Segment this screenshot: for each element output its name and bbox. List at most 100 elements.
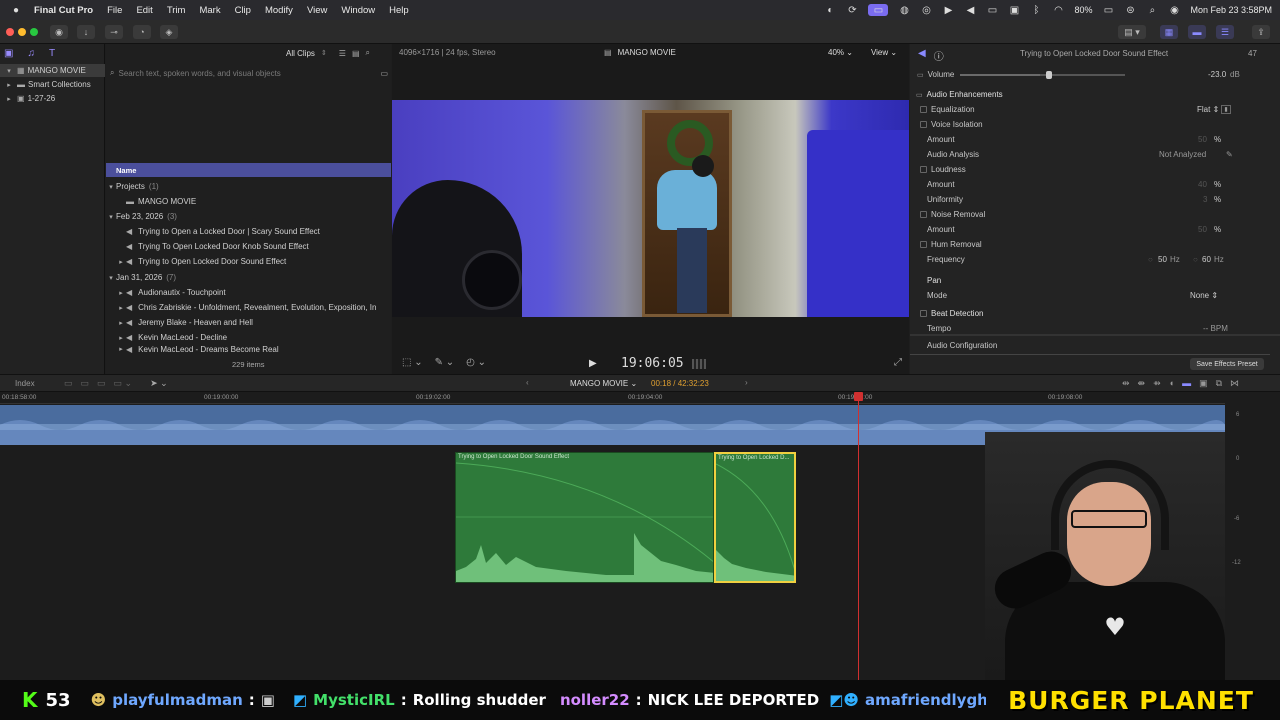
- clip-appearance-icon[interactable]: ▤: [352, 49, 360, 58]
- volume-value[interactable]: -23.0: [1208, 70, 1226, 79]
- playhead-handle[interactable]: [854, 392, 863, 401]
- history-forward-icon[interactable]: ›: [745, 378, 748, 387]
- sync-icon[interactable]: ⟳: [846, 4, 858, 16]
- disclosure-icon[interactable]: ▸: [116, 289, 126, 297]
- search-icon[interactable]: ⌕: [1146, 4, 1158, 16]
- menu-trim[interactable]: Trim: [167, 5, 186, 16]
- user-icon[interactable]: ◉: [1168, 4, 1180, 16]
- disclosure-icon[interactable]: ▾: [4, 67, 14, 75]
- display-icon[interactable]: ▭: [986, 4, 998, 16]
- group-header[interactable]: ▾ Jan 31, 2026 (7): [106, 270, 391, 285]
- equalization-checkbox[interactable]: [920, 106, 927, 113]
- menu-modify[interactable]: Modify: [265, 5, 293, 16]
- volume-disclosure-icon[interactable]: ▭: [917, 71, 924, 79]
- disclosure-icon[interactable]: ▾: [106, 213, 116, 221]
- list-item[interactable]: ▸ ◀ Kevin MacLeod - Dreams Become Real: [106, 345, 391, 354]
- list-item[interactable]: ▸ ◀ Audionautix - Touchpoint: [106, 285, 391, 300]
- append-clip-icon[interactable]: ▭: [64, 378, 73, 389]
- magic-wand-icon[interactable]: ✎ ⌄: [435, 357, 455, 368]
- play-icon[interactable]: ▶: [942, 4, 954, 16]
- play-button[interactable]: ▶: [589, 358, 597, 369]
- titles-generators-icon[interactable]: T: [49, 48, 55, 59]
- radio-60hz[interactable]: ○: [1193, 255, 1198, 264]
- minimize-window-button[interactable]: [18, 28, 26, 36]
- list-item[interactable]: ▸ ◀ Trying to Open Locked Door Sound Eff…: [106, 254, 391, 269]
- apple-icon[interactable]: ●: [10, 4, 22, 16]
- list-item[interactable]: ▸ ◀ Kevin MacLeod - Decline: [106, 330, 391, 345]
- fullscreen-icon[interactable]: ⤢: [894, 357, 902, 368]
- menu-edit[interactable]: Edit: [136, 5, 152, 16]
- clip-appearance-icon[interactable]: ▣: [1199, 378, 1208, 389]
- inspector-toggle-icon[interactable]: ☰: [1216, 25, 1234, 39]
- disclosure-icon[interactable]: ▸: [4, 81, 14, 89]
- menu-mark[interactable]: Mark: [199, 5, 220, 16]
- audio-inspector-icon[interactable]: ◀: [918, 48, 926, 63]
- disclosure-icon[interactable]: ▾: [106, 183, 116, 191]
- effects-browser-icon[interactable]: ⧉: [1216, 378, 1222, 389]
- close-window-button[interactable]: [6, 28, 14, 36]
- hum-removal-checkbox[interactable]: [920, 241, 927, 248]
- disclosure-icon[interactable]: ▸: [116, 258, 126, 266]
- video-frame[interactable]: [392, 100, 909, 317]
- noise-amount-value[interactable]: 50: [1198, 225, 1207, 234]
- loudness-amount-value[interactable]: 40: [1198, 180, 1207, 189]
- timeline-ruler[interactable]: 00:18:58:00 00:19:00:00 00:19:02:00 00:1…: [0, 392, 1225, 404]
- library-item-smart-collections[interactable]: ▸ ▬ Smart Collections: [0, 78, 105, 91]
- browser-search-icon[interactable]: ⌕: [366, 48, 370, 58]
- menu-clip[interactable]: Clip: [235, 5, 251, 16]
- background-tasks-icon[interactable]: ◔: [133, 25, 151, 39]
- noise-removal-checkbox[interactable]: [920, 211, 927, 218]
- bluetooth-icon[interactable]: ᛒ: [1030, 4, 1042, 16]
- record-voiceover-icon[interactable]: ◉: [50, 25, 68, 39]
- save-effects-preset-button[interactable]: Save Effects Preset: [1190, 358, 1264, 370]
- libraries-icon[interactable]: ▣: [4, 48, 13, 59]
- volume-slider[interactable]: [960, 71, 1125, 79]
- keyword-icon[interactable]: ⊸: [105, 25, 123, 39]
- list-item[interactable]: ▸ ◀ Jeremy Blake - Heaven and Hell: [106, 315, 391, 330]
- wifi-icon[interactable]: ◠: [1052, 4, 1064, 16]
- eq-graph-icon[interactable]: ▮: [1221, 105, 1231, 114]
- connected-audio-clip-selected[interactable]: Trying to Open Locked D...: [714, 452, 796, 583]
- list-item[interactable]: ◀ Trying to Open a Locked Door | Scary S…: [106, 224, 391, 239]
- list-item[interactable]: ▸ ◀ Chris Zabriskie - Unfoldment, Reveal…: [106, 300, 391, 315]
- keyframe-icon[interactable]: ◈: [160, 25, 178, 39]
- transitions-browser-icon[interactable]: ⋈: [1230, 378, 1239, 389]
- mask-icon[interactable]: ◐: [824, 4, 836, 16]
- focus-icon[interactable]: ◍: [898, 4, 910, 16]
- radio-50hz[interactable]: ○: [1148, 255, 1153, 264]
- share-icon[interactable]: ⇪: [1252, 25, 1270, 39]
- screen-record-icon[interactable]: ▭: [868, 4, 889, 16]
- loudness-checkbox[interactable]: [920, 166, 927, 173]
- all-clips-filter[interactable]: All Clips: [286, 49, 315, 58]
- volume-icon[interactable]: ◀: [964, 4, 976, 16]
- audio-configuration-header[interactable]: Audio Configuration: [910, 338, 1270, 353]
- voice-amount-value[interactable]: 50: [1198, 135, 1207, 144]
- group-header[interactable]: ▾ Projects (1): [106, 179, 391, 194]
- beat-detection-checkbox[interactable]: [920, 310, 927, 317]
- menu-view[interactable]: View: [307, 5, 327, 16]
- cast-icon[interactable]: ▣: [1008, 4, 1020, 16]
- equalization-select[interactable]: Flat ⇕: [1197, 105, 1219, 114]
- import-icon[interactable]: ↓: [77, 25, 95, 39]
- browser-toggle-icon[interactable]: ▦: [1160, 25, 1178, 39]
- search-input[interactable]: Search text, spoken words, and visual ob…: [118, 69, 280, 78]
- connected-audio-clip[interactable]: Trying to Open Locked Door Sound Effect: [455, 452, 714, 583]
- library-item-event[interactable]: ▸ ▣ 1-27-26: [0, 92, 105, 105]
- index-button[interactable]: Index: [15, 379, 35, 388]
- menu-file[interactable]: File: [107, 5, 122, 16]
- disclosure-icon[interactable]: ▸: [116, 304, 126, 312]
- disclosure-icon[interactable]: ▸: [4, 95, 14, 103]
- snapping-icon[interactable]: ⇻: [1153, 378, 1161, 389]
- pan-mode-select[interactable]: None ⇕: [1190, 291, 1218, 300]
- bluetooth-device-icon[interactable]: ◎: [920, 4, 932, 16]
- menu-window[interactable]: Window: [341, 5, 375, 16]
- solo-icon[interactable]: ▬: [1182, 378, 1191, 389]
- zoom-to-fit-icon[interactable]: ⇹: [1122, 378, 1130, 389]
- disclosure-icon[interactable]: ▸: [116, 319, 126, 327]
- column-header[interactable]: Name: [106, 163, 391, 177]
- skimming-icon[interactable]: ⇼: [1138, 378, 1146, 389]
- library-item-mango-movie[interactable]: ▾ ▦ MANGO MOVIE: [0, 64, 105, 77]
- list-item[interactable]: ◀ Trying To Open Locked Door Knob Sound …: [106, 239, 391, 254]
- transform-icon[interactable]: ⬚ ⌄: [402, 357, 423, 368]
- view-menu[interactable]: View ⌄: [871, 48, 897, 57]
